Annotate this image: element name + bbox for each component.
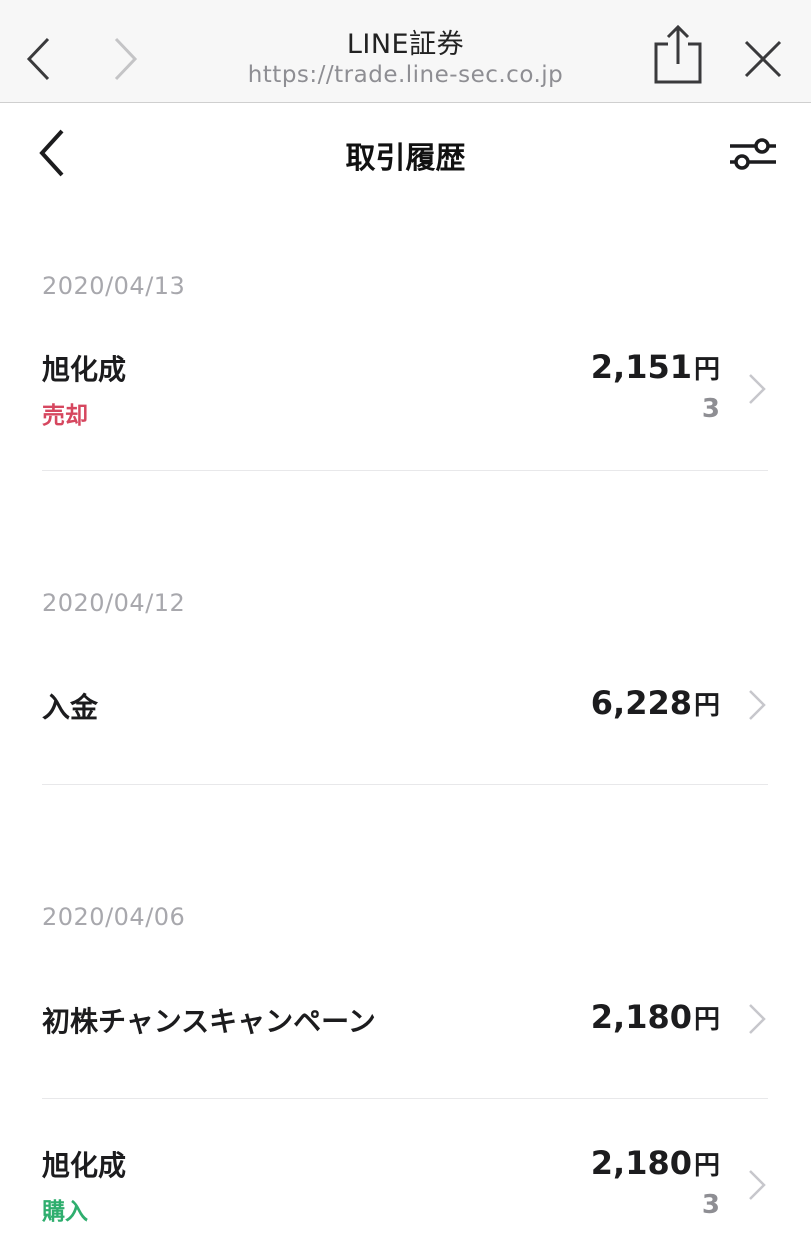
amount-unit: 円 [693, 1005, 720, 1035]
date-header: 2020/04/13 [42, 272, 186, 300]
page-title: 取引履歴 [345, 141, 466, 176]
page-header: 取引履歴 [0, 103, 811, 203]
amount-unit: 円 [693, 355, 720, 385]
filter-button[interactable] [724, 129, 784, 179]
transaction-amount: 2,151円 [591, 348, 720, 386]
date-header: 2020/04/12 [42, 589, 186, 617]
amount-unit: 円 [693, 691, 720, 721]
chevron-right-icon [749, 1004, 766, 1034]
chevron-right-icon [749, 690, 766, 720]
amount-value: 2,180 [590, 1144, 692, 1182]
transaction-amount: 2,180円 [591, 1144, 720, 1182]
amount-value: 2,151 [590, 348, 692, 386]
transaction-row[interactable]: 旭化成 売却 2,151円 3 [42, 340, 768, 440]
divider [42, 470, 768, 471]
share-button[interactable] [650, 24, 706, 86]
amount-unit: 円 [693, 1151, 720, 1181]
transaction-name: 初株チャンスキャンペーン [42, 1005, 376, 1038]
transaction-name: 旭化成 [42, 353, 127, 386]
transaction-type-sell: 売却 [42, 403, 88, 429]
transaction-row[interactable]: 入金 6,228円 [42, 680, 768, 730]
transaction-amount: 2,180円 [591, 998, 720, 1036]
date-header: 2020/04/06 [42, 903, 186, 931]
transaction-amount: 6,228円 [591, 684, 720, 722]
transaction-row[interactable]: 初株チャンスキャンペーン 2,180円 [42, 994, 768, 1044]
browser-toolbar: LINE証券 https://trade.line-sec.co.jp [0, 0, 811, 103]
divider [42, 1098, 768, 1099]
transaction-quantity: 3 [701, 1190, 720, 1220]
transaction-name: 入金 [42, 691, 99, 724]
transaction-name: 旭化成 [42, 1149, 127, 1182]
share-icon [654, 24, 702, 84]
amount-value: 2,180 [590, 998, 692, 1036]
transaction-row[interactable]: 旭化成 購入 2,180円 3 [42, 1136, 768, 1236]
amount-value: 6,228 [590, 684, 692, 722]
transaction-type-buy: 購入 [42, 1199, 88, 1225]
close-button[interactable] [738, 34, 788, 84]
sliders-icon [730, 138, 776, 170]
close-icon [744, 40, 782, 78]
chevron-right-icon [749, 1170, 766, 1200]
divider [42, 784, 768, 785]
chevron-right-icon [749, 374, 766, 404]
transaction-quantity: 3 [701, 394, 720, 424]
